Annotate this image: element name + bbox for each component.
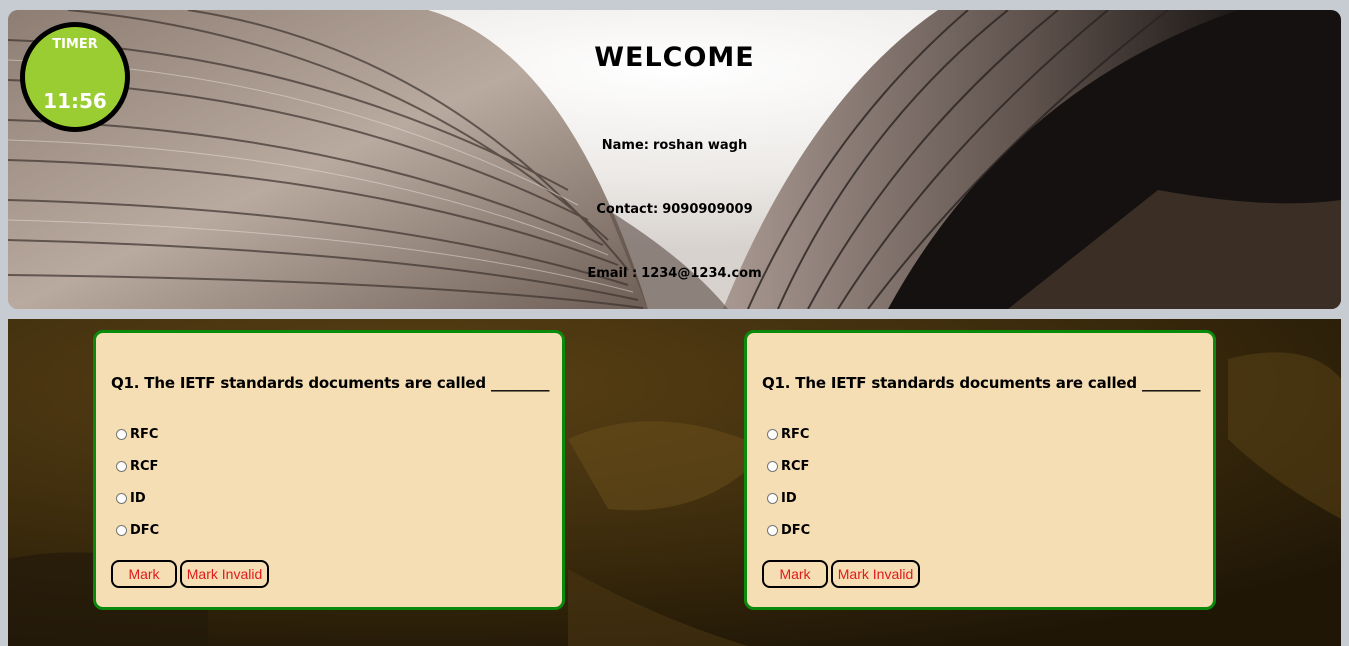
answer-option[interactable]: ID (767, 489, 797, 507)
answer-option[interactable]: RCF (116, 457, 158, 475)
radio-button[interactable] (116, 428, 127, 440)
user-name-line: Name: roshan wagh (8, 138, 1341, 153)
radio-button[interactable] (116, 524, 127, 536)
option-label: ID (781, 490, 797, 506)
answer-option[interactable]: ID (116, 489, 146, 507)
option-label: ID (130, 490, 146, 506)
welcome-banner: WELCOME Name: roshan wagh Contact: 9090909… (8, 10, 1341, 309)
countdown-timer: TIMER 11:56 (20, 22, 130, 132)
answer-option[interactable]: DFC (767, 521, 810, 539)
mark-button[interactable]: Mark (111, 560, 177, 588)
option-label: RCF (781, 458, 810, 474)
option-label: RFC (130, 426, 159, 442)
mark-invalid-button[interactable]: Mark Invalid (831, 560, 920, 588)
answer-option[interactable]: RCF (767, 457, 809, 475)
contact-value: 9090909009 (662, 202, 753, 217)
quiz-page: WELCOME Name: roshan wagh Contact: 9090909… (0, 0, 1349, 646)
option-label: DFC (781, 522, 811, 538)
question-card: Q1. The IETF standards documents are cal… (93, 330, 565, 610)
email-value: 1234@1234.com (641, 266, 762, 281)
answer-option[interactable]: RFC (767, 425, 809, 443)
welcome-title: WELCOME (594, 42, 755, 73)
radio-button[interactable] (767, 492, 778, 504)
timer-value: 11:56 (43, 89, 107, 113)
answer-option[interactable]: DFC (116, 521, 159, 539)
option-label: RCF (130, 458, 159, 474)
question-text: Q1. The IETF standards documents are cal… (111, 374, 550, 392)
radio-button[interactable] (767, 460, 778, 472)
radio-button[interactable] (116, 460, 127, 472)
radio-button[interactable] (767, 428, 778, 440)
questions-area: Q1. The IETF standards documents are cal… (8, 319, 1341, 646)
question-text: Q1. The IETF standards documents are cal… (762, 374, 1201, 392)
name-label: Name: (601, 138, 649, 153)
question-card: Q1. The IETF standards documents are cal… (744, 330, 1216, 610)
radio-button[interactable] (116, 492, 127, 504)
mark-button[interactable]: Mark (762, 560, 828, 588)
answer-option[interactable]: RFC (116, 425, 158, 443)
contact-label: Contact: (596, 202, 659, 217)
name-value: roshan wagh (652, 138, 748, 153)
radio-button[interactable] (767, 524, 778, 536)
email-label: Email : (587, 266, 638, 281)
timer-label: TIMER (52, 37, 98, 52)
user-email-line: Email :1234@1234.com (8, 266, 1341, 281)
user-contact-line: Contact: 9090909009 (8, 202, 1341, 217)
option-label: RFC (781, 426, 810, 442)
option-label: DFC (130, 522, 160, 538)
mark-invalid-button[interactable]: Mark Invalid (180, 560, 269, 588)
